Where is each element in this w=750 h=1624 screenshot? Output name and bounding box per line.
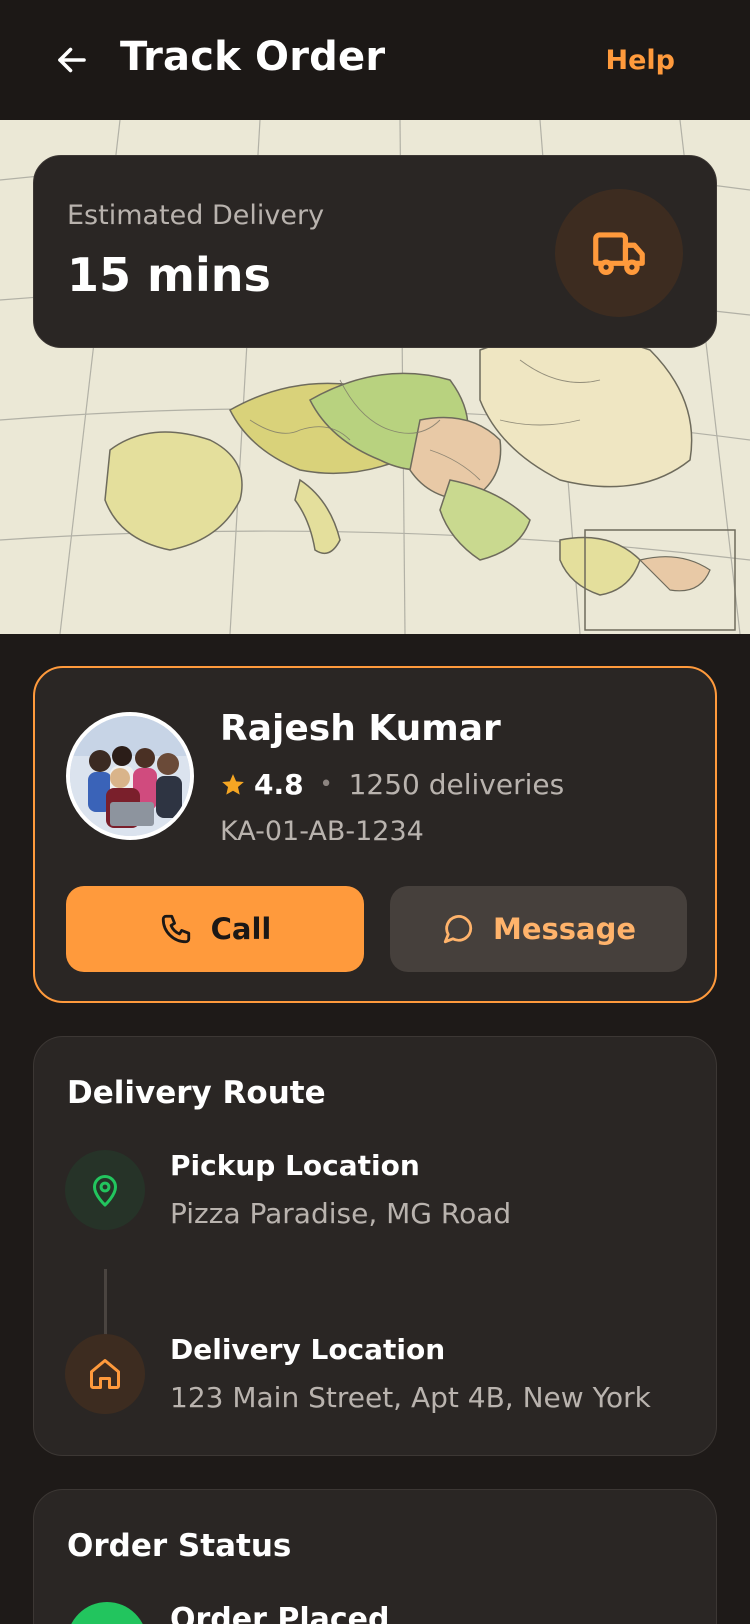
dropoff-address: 123 Main Street, Apt 4B, New York bbox=[170, 1381, 651, 1414]
eta-icon-badge bbox=[555, 189, 683, 317]
page-title: Track Order bbox=[120, 34, 386, 80]
route-connector bbox=[104, 1269, 107, 1339]
message-button[interactable]: Message bbox=[390, 886, 687, 972]
vehicle-plate: KA-01-AB-1234 bbox=[220, 816, 424, 847]
pickup-address: Pizza Paradise, MG Road bbox=[170, 1197, 512, 1230]
status-check-icon bbox=[67, 1602, 147, 1624]
back-button[interactable] bbox=[50, 38, 94, 82]
meta-separator: • bbox=[319, 772, 333, 797]
avatar-photo bbox=[70, 716, 190, 836]
driver-meta: 4.8 • 1250 deliveries bbox=[220, 768, 564, 801]
message-button-label: Message bbox=[492, 912, 637, 946]
dropoff-icon-badge bbox=[65, 1334, 145, 1414]
pickup-icon-badge bbox=[65, 1150, 145, 1230]
driver-card: Rajesh Kumar 4.8 • 1250 deliveries KA-01… bbox=[33, 666, 717, 1003]
call-button[interactable]: Call bbox=[66, 886, 364, 972]
eta-value: 15 mins bbox=[67, 248, 271, 302]
delivery-route-card: Delivery Route Pickup Location Pizza Par… bbox=[33, 1036, 717, 1456]
truck-icon bbox=[593, 232, 645, 275]
eta-label: Estimated Delivery bbox=[67, 200, 325, 231]
driver-name: Rajesh Kumar bbox=[220, 708, 501, 749]
driver-rating: 4.8 bbox=[254, 768, 304, 801]
map-pin-icon bbox=[93, 1175, 117, 1207]
app-header: Track Order Help bbox=[0, 0, 750, 120]
chat-bubble-icon bbox=[441, 912, 475, 946]
arrow-left-icon bbox=[58, 47, 86, 73]
help-link[interactable]: Help bbox=[606, 45, 676, 76]
star-icon bbox=[220, 772, 246, 798]
dropoff-title: Delivery Location bbox=[170, 1333, 446, 1366]
status-item-label: Order Placed bbox=[170, 1602, 390, 1624]
order-status-card: Order Status Order Placed bbox=[33, 1489, 717, 1624]
eta-card: Estimated Delivery 15 mins bbox=[33, 155, 717, 348]
pickup-title: Pickup Location bbox=[170, 1149, 420, 1182]
phone-icon bbox=[159, 912, 193, 946]
driver-avatar bbox=[66, 712, 194, 840]
home-icon bbox=[90, 1359, 120, 1389]
status-title: Order Status bbox=[67, 1528, 292, 1564]
route-title: Delivery Route bbox=[67, 1075, 326, 1111]
driver-deliveries: 1250 deliveries bbox=[348, 768, 565, 801]
call-button-label: Call bbox=[210, 912, 272, 946]
